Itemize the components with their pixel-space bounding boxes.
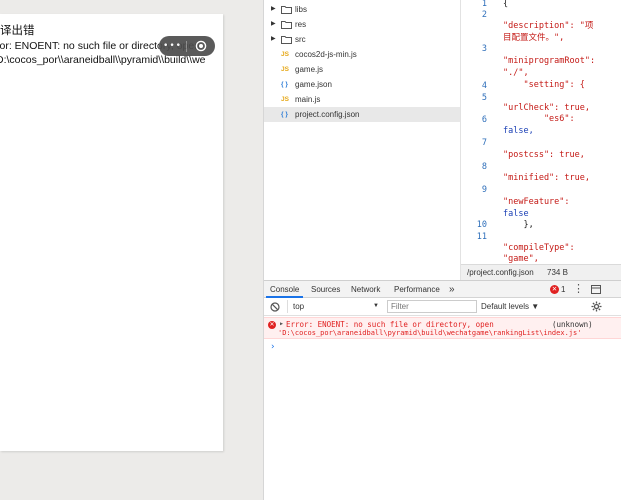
code-line: "./", xyxy=(503,68,529,78)
context-selector[interactable]: top ▼ xyxy=(287,300,379,313)
expand-arrow-icon[interactable]: ▶ xyxy=(280,321,283,327)
tree-item-res[interactable]: ▶ res xyxy=(264,17,460,32)
more-tabs-button[interactable]: » xyxy=(445,281,459,298)
line-number: 10 xyxy=(476,220,487,230)
tab-sources[interactable]: Sources xyxy=(307,281,344,298)
tab-performance[interactable]: Performance xyxy=(390,281,444,298)
code-line: "es6": xyxy=(503,114,575,124)
console-output: ✕ ▶ Error: ENOENT: no such file or direc… xyxy=(264,316,621,500)
more-options-icon[interactable]: ⋮ xyxy=(573,281,584,298)
line-number: 3 xyxy=(481,44,487,54)
js-file-icon: JS xyxy=(281,51,289,58)
settings-gear-icon[interactable] xyxy=(591,301,602,312)
js-file-icon: JS xyxy=(281,66,289,73)
error-count[interactable]: 1 xyxy=(561,281,565,298)
code-line: "compileType": xyxy=(503,243,575,253)
error-title: 译出错 xyxy=(0,25,35,37)
line-number: 1 xyxy=(481,0,487,9)
folder-icon xyxy=(281,21,292,29)
tree-item-game-js[interactable]: JS game.js xyxy=(264,62,460,77)
context-value: top xyxy=(293,302,305,311)
code-line: 目配置文件。", xyxy=(503,33,565,43)
tree-item-label: main.js xyxy=(295,95,321,104)
target-icon xyxy=(195,40,207,52)
folder-icon xyxy=(281,36,292,44)
tree-item-label: cocos2d-js-min.js xyxy=(295,50,357,59)
expand-arrow-icon[interactable]: ▶ xyxy=(271,17,276,32)
devtools-tab-bar: Console Sources Network Performance » ✕ … xyxy=(264,280,621,298)
tree-item-src[interactable]: ▶ src xyxy=(264,32,460,47)
code-line: "postcss": true, xyxy=(503,150,585,160)
console-prompt[interactable]: › xyxy=(270,342,275,352)
code-line: "newFeature": xyxy=(503,197,570,207)
tree-item-label: res xyxy=(295,20,307,29)
close-target-button[interactable] xyxy=(187,40,215,52)
ide-panel: ▶ libs ▶ res ▶ src JS cocos2d-js-min.js … xyxy=(264,0,621,500)
code-line: "game", xyxy=(503,254,539,264)
code-line: false xyxy=(503,209,529,219)
code-editor[interactable]: 1 2 3 4 5 6 7 8 9 10 11 { "description":… xyxy=(461,0,621,264)
error-icon: ✕ xyxy=(268,321,276,329)
tree-item-label: project.config.json xyxy=(295,110,360,119)
code-line: false, xyxy=(503,126,534,136)
line-number: 4 xyxy=(481,81,487,91)
error-count-icon[interactable]: ✕ xyxy=(550,285,559,294)
tree-item-label: libs xyxy=(295,5,308,14)
tab-console[interactable]: Console xyxy=(266,281,304,298)
line-number: 6 xyxy=(481,115,487,125)
editor-status-bar: /project.config.json 734 B xyxy=(461,264,608,280)
json-file-icon: { } xyxy=(281,81,288,88)
line-number: 9 xyxy=(481,185,487,195)
code-line: "miniprogramRoot": xyxy=(503,56,596,66)
error-text-line-1: Error: ENOENT: no such file or directory… xyxy=(286,320,494,329)
tree-item-cocos2d-js-min[interactable]: JS cocos2d-js-min.js xyxy=(264,47,460,62)
line-number: 2 xyxy=(481,10,487,20)
status-bar-end xyxy=(608,264,621,280)
folder-icon xyxy=(281,6,292,14)
line-number: 7 xyxy=(481,138,487,148)
tab-network[interactable]: Network xyxy=(347,281,384,298)
json-file-icon: { } xyxy=(281,111,288,118)
code-line: "setting": { xyxy=(503,80,585,90)
js-file-icon: JS xyxy=(281,96,289,103)
file-tree: ▶ libs ▶ res ▶ src JS cocos2d-js-min.js … xyxy=(264,0,460,280)
dropdown-caret-icon: ▼ xyxy=(373,303,379,309)
undock-icon[interactable] xyxy=(591,285,601,294)
tree-item-main-js[interactable]: JS main.js xyxy=(264,92,460,107)
tree-item-project-config-json[interactable]: { } project.config.json xyxy=(264,107,460,122)
more-menu-button[interactable]: ••• xyxy=(159,36,186,56)
tree-item-label: game.js xyxy=(295,65,324,74)
code-line: "description": "项 xyxy=(503,21,594,31)
expand-arrow-icon[interactable]: ▶ xyxy=(271,2,276,17)
log-levels-dropdown[interactable]: Default levels ▼ xyxy=(481,300,539,313)
code-line: "urlCheck": true, xyxy=(503,103,590,113)
line-number: 5 xyxy=(481,93,487,103)
simulator-screen: 译出错 ror: ENOENT: no such file or directo… xyxy=(0,14,223,451)
file-size: 734 B xyxy=(547,268,568,277)
filter-input[interactable] xyxy=(387,300,477,313)
line-number: 8 xyxy=(481,162,487,172)
console-error-message[interactable]: ✕ ▶ Error: ENOENT: no such file or direc… xyxy=(264,317,621,339)
clear-console-icon[interactable] xyxy=(270,302,280,312)
tree-item-label: game.json xyxy=(295,80,332,89)
tree-item-label: src xyxy=(295,35,306,44)
console-toolbar: top ▼ Default levels ▼ xyxy=(264,298,621,316)
code-line: "minified": true, xyxy=(503,173,590,183)
tree-item-game-json[interactable]: { } game.json xyxy=(264,77,460,92)
line-number: 11 xyxy=(476,232,487,242)
menu-capsule: ••• xyxy=(159,36,215,56)
expand-arrow-icon[interactable]: ▶ xyxy=(271,32,276,47)
error-source-link[interactable]: (unknown) xyxy=(552,320,593,329)
tree-item-libs[interactable]: ▶ libs xyxy=(264,2,460,17)
code-line: }, xyxy=(503,220,534,230)
file-path: /project.config.json xyxy=(467,268,534,277)
error-text-line-2: 'D:\cocos_por\araneidball\pyramid\build\… xyxy=(278,329,582,337)
code-line: { xyxy=(503,0,509,9)
